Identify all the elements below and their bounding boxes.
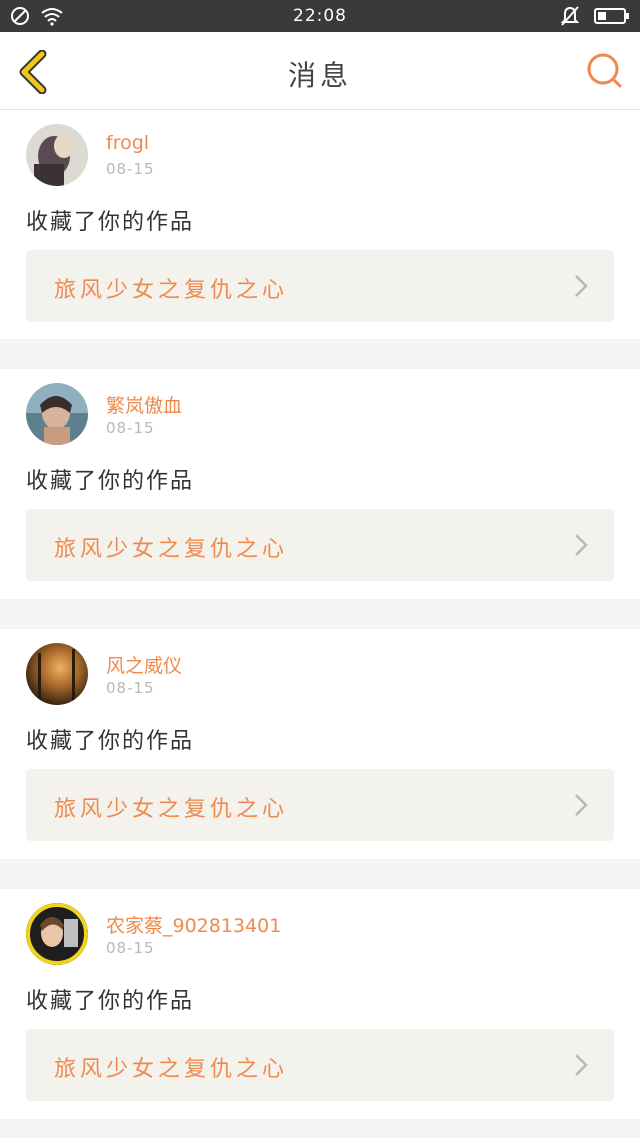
page-title: 消息 <box>287 59 352 92</box>
chevron-right-icon <box>575 1054 588 1076</box>
app-header: 消息 <box>0 32 640 110</box>
battery-icon <box>594 8 629 24</box>
username[interactable]: frogl <box>106 132 149 154</box>
work-title: 旅风少女之复仇之心 <box>54 278 289 303</box>
username[interactable]: 风之威仪 <box>106 651 182 678</box>
avatar[interactable] <box>26 383 88 445</box>
avatar[interactable] <box>26 124 88 186</box>
work-link[interactable]: 旅风少女之复仇之心 <box>26 1029 614 1101</box>
action-text: 收藏了你的作品 <box>26 210 195 235</box>
search-icon[interactable] <box>584 50 626 92</box>
status-icons-right <box>560 5 630 27</box>
avatar[interactable] <box>26 643 88 705</box>
work-title: 旅风少女之复仇之心 <box>54 1057 289 1082</box>
action-text: 收藏了你的作品 <box>26 729 195 754</box>
message-card: frogl 08-15 收藏了你的作品 旅风少女之复仇之心 <box>0 110 640 339</box>
message-date: 08-15 <box>106 939 155 957</box>
message-date: 08-15 <box>106 160 155 178</box>
chevron-right-icon <box>575 794 588 816</box>
message-list: frogl 08-15 收藏了你的作品 旅风少女之复仇之心 繁岚傲血 08-15… <box>0 110 640 1138</box>
chevron-right-icon <box>575 534 588 556</box>
work-link[interactable]: 旅风少女之复仇之心 <box>26 769 614 841</box>
chevron-right-icon <box>575 275 588 297</box>
work-link[interactable]: 旅风少女之复仇之心 <box>26 509 614 581</box>
action-text: 收藏了你的作品 <box>26 989 195 1014</box>
status-time: 22:08 <box>293 6 347 26</box>
message-date: 08-15 <box>106 419 155 437</box>
action-text: 收藏了你的作品 <box>26 469 195 494</box>
bell-muted-icon <box>560 6 580 26</box>
work-title: 旅风少女之复仇之心 <box>54 797 289 822</box>
message-card: 风之威仪 08-15 收藏了你的作品 旅风少女之复仇之心 <box>0 629 640 859</box>
message-date: 08-15 <box>106 679 155 697</box>
username[interactable]: 农家蔡_902813401 <box>106 911 281 938</box>
status-bar: 22:08 <box>0 0 640 32</box>
message-card: 农家蔡_902813401 08-15 收藏了你的作品 旅风少女之复仇之心 <box>0 889 640 1119</box>
username[interactable]: 繁岚傲血 <box>106 391 182 418</box>
work-link[interactable]: 旅风少女之复仇之心 <box>26 250 614 322</box>
avatar[interactable] <box>26 903 88 965</box>
work-title: 旅风少女之复仇之心 <box>54 537 289 562</box>
message-card: 繁岚傲血 08-15 收藏了你的作品 旅风少女之复仇之心 <box>0 369 640 599</box>
